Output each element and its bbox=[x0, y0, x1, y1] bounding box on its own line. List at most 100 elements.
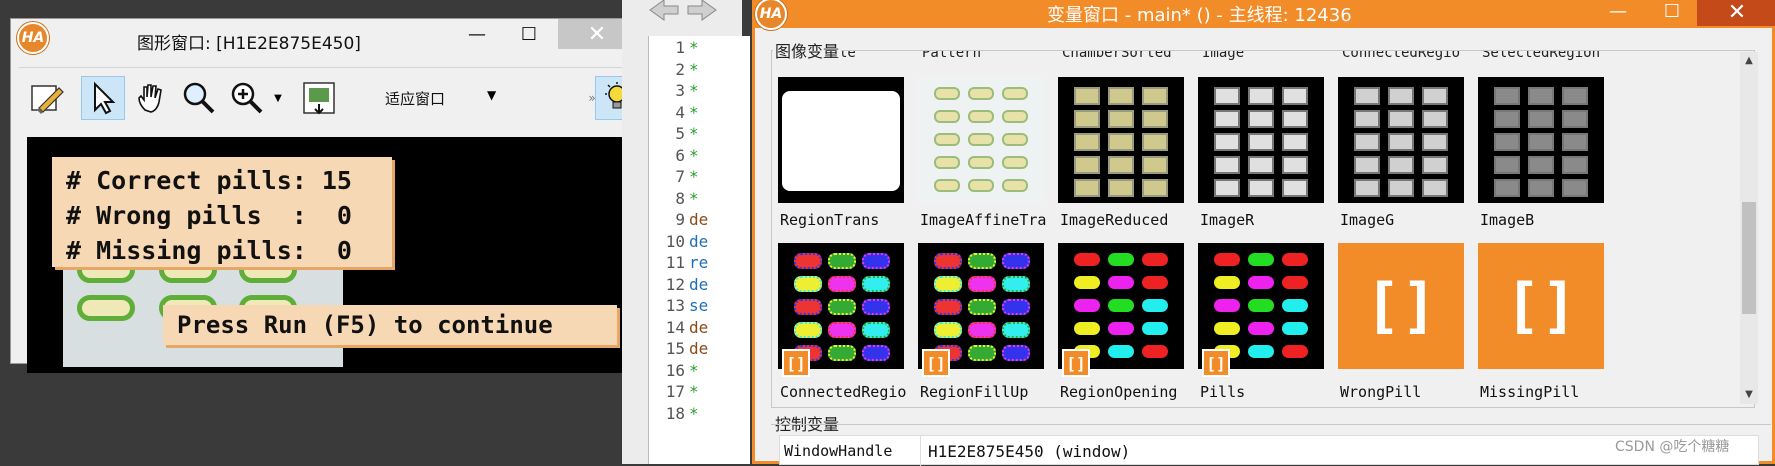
zoom-dropdown-arrow[interactable]: ▼ bbox=[267, 76, 289, 120]
code-line[interactable]: * bbox=[689, 404, 699, 423]
line-number: 6 bbox=[675, 145, 685, 165]
iconic-variable-tile[interactable]: ImageG bbox=[1334, 71, 1468, 233]
iconic-variable-label: Pills bbox=[1200, 383, 1246, 401]
code-line[interactable]: * bbox=[689, 382, 699, 401]
iconic-variable-tile[interactable]: [] RegionFillUp bbox=[914, 237, 1048, 401]
wrong-pills-text: # Wrong pills : 0 bbox=[66, 201, 352, 230]
pill-cell bbox=[1422, 110, 1448, 128]
code-line[interactable]: de bbox=[689, 275, 708, 294]
pill-cell bbox=[1494, 133, 1520, 151]
iconic-variable-tile[interactable]: [] WrongPill bbox=[1334, 237, 1468, 401]
pill-cell bbox=[968, 133, 994, 146]
line-number: 17 bbox=[665, 382, 685, 401]
maximize-button[interactable]: ☐ bbox=[1649, 0, 1695, 26]
code-line[interactable]: * bbox=[689, 103, 699, 122]
image-thumbnail bbox=[1198, 77, 1324, 203]
program-code-view[interactable]: 1 * 2 * 3 * 4 * 5 * 6 * 7 * 8 * 9 de 10 de 11 re 12 de 13 se 14 de 1… bbox=[648, 36, 750, 464]
code-line[interactable]: * bbox=[689, 361, 699, 380]
iconic-variable-tile[interactable]: ImageReduced bbox=[1054, 71, 1188, 233]
code-line[interactable]: de bbox=[689, 210, 708, 229]
pill-cell bbox=[1002, 179, 1028, 192]
maximize-button[interactable]: ☐ bbox=[506, 19, 552, 49]
pill-cell bbox=[1562, 133, 1588, 151]
iconic-variable-label: Image bbox=[1202, 50, 1245, 61]
code-line[interactable]: * bbox=[689, 60, 699, 79]
iconic-variable-label: MissingPill bbox=[1480, 383, 1580, 401]
fit-window-label[interactable]: 适应窗口 bbox=[385, 88, 445, 109]
pill-cell bbox=[1282, 133, 1308, 151]
iconic-variable-label: RegionOpening bbox=[1060, 383, 1178, 401]
close-button[interactable]: ✕ bbox=[1697, 0, 1775, 26]
pill-cell bbox=[1074, 322, 1100, 335]
pill-cell bbox=[1494, 179, 1520, 197]
code-line[interactable]: * bbox=[689, 124, 699, 143]
code-line[interactable]: de bbox=[689, 318, 708, 337]
pill-cell bbox=[1108, 253, 1134, 266]
pill-cell bbox=[1388, 133, 1414, 151]
code-line[interactable]: de bbox=[689, 339, 708, 358]
pill-cell bbox=[1108, 133, 1134, 151]
minimize-button[interactable]: — bbox=[1595, 0, 1641, 26]
scroll-down-icon[interactable]: ▼ bbox=[1740, 386, 1758, 404]
back-arrow-icon[interactable] bbox=[646, 0, 682, 24]
minimize-button[interactable]: — bbox=[454, 19, 500, 49]
code-line[interactable]: * bbox=[689, 38, 699, 57]
code-line[interactable]: * bbox=[689, 167, 699, 186]
code-line[interactable]: re bbox=[689, 253, 708, 272]
pill-cell bbox=[1282, 253, 1308, 266]
pill-cell bbox=[968, 179, 994, 192]
hand-icon bbox=[138, 84, 162, 113]
code-line[interactable]: * bbox=[689, 146, 699, 165]
code-line[interactable]: * bbox=[689, 81, 699, 100]
iconic-variable-tile[interactable]: [] Pills bbox=[1194, 237, 1328, 401]
missing-pills-text: # Missing pills: 0 bbox=[66, 236, 352, 265]
pointer-tool-button[interactable] bbox=[81, 76, 125, 120]
pill-cell bbox=[1142, 322, 1168, 335]
line-number: 13 bbox=[665, 296, 685, 315]
iconic-variable-tile[interactable]: ImageAffineTra bbox=[914, 71, 1048, 233]
graphics-window: HA 图形窗口: [H1E2E875E450] — ☐ ✕ ▼ 适应窗口 ▼ » bbox=[10, 18, 645, 373]
pill-cell bbox=[1248, 276, 1274, 289]
scroll-up-icon[interactable]: ▲ bbox=[1740, 52, 1758, 70]
iconic-variable-label: ConnectedRegio bbox=[780, 383, 907, 401]
correct-pills-text: # Correct pills: 15 bbox=[66, 166, 352, 195]
zoom-in-button[interactable] bbox=[225, 76, 269, 120]
pan-tool-button[interactable] bbox=[129, 76, 173, 120]
pill-cell bbox=[1422, 179, 1448, 197]
iconic-variable-tile[interactable]: [] MissingPill bbox=[1474, 237, 1608, 401]
pill-cell bbox=[934, 87, 960, 100]
iconic-variable-label: ChamberSorted bbox=[1062, 50, 1172, 61]
column-divider bbox=[920, 436, 921, 466]
control-variable-value: H1E2E875E450 (window) bbox=[928, 442, 1131, 461]
vertical-scrollbar[interactable]: ▲ ▼ bbox=[1740, 52, 1758, 404]
pill-cell bbox=[1388, 156, 1414, 174]
code-line[interactable]: se bbox=[689, 296, 708, 315]
halcon-logo-icon: HA bbox=[755, 0, 787, 30]
fit-window-button[interactable] bbox=[297, 76, 341, 120]
graphics-canvas[interactable]: # Correct pills: 15 # Wrong pills : 0 # … bbox=[27, 137, 645, 373]
magnify-tool-button[interactable] bbox=[177, 76, 221, 120]
iconic-variable-tile[interactable]: RegionTrans bbox=[774, 71, 908, 233]
graphics-window-titlebar[interactable]: HA 图形窗口: [H1E2E875E450] — ☐ ✕ bbox=[11, 19, 639, 57]
iconic-variable-tile[interactable]: ImageB bbox=[1474, 71, 1608, 233]
code-line[interactable]: * bbox=[689, 189, 699, 208]
iconic-variable-tile[interactable]: [] RegionOpening bbox=[1054, 237, 1188, 401]
chevron-down-icon[interactable]: ▼ bbox=[487, 88, 496, 102]
pill-cell bbox=[1108, 299, 1134, 312]
forward-arrow-icon[interactable] bbox=[684, 0, 720, 24]
pill-cell bbox=[1002, 299, 1030, 315]
pill-cell bbox=[1354, 133, 1380, 151]
pill-cell bbox=[1142, 110, 1168, 128]
pill-cell bbox=[1282, 276, 1308, 289]
graphics-toolbar: ▼ 适应窗口 ▼ » bbox=[19, 67, 639, 131]
code-line[interactable]: de bbox=[689, 232, 708, 251]
control-variable-row[interactable]: WindowHandle H1E2E875E450 (window) bbox=[779, 435, 1759, 466]
iconic-variable-tile[interactable]: [] ConnectedRegio bbox=[774, 237, 908, 401]
clear-window-button[interactable] bbox=[25, 76, 69, 120]
iconic-variable-tile[interactable]: ImageR bbox=[1194, 71, 1328, 233]
variable-window-titlebar[interactable]: HA 变量窗口 - main* () - 主线程: 12436 — ☐ ✕ bbox=[755, 0, 1775, 30]
pill-cell bbox=[1214, 299, 1240, 312]
tuple-badge-icon: [] bbox=[1202, 349, 1230, 377]
scrollbar-thumb[interactable] bbox=[1742, 202, 1756, 314]
pill-cell bbox=[1248, 299, 1274, 312]
